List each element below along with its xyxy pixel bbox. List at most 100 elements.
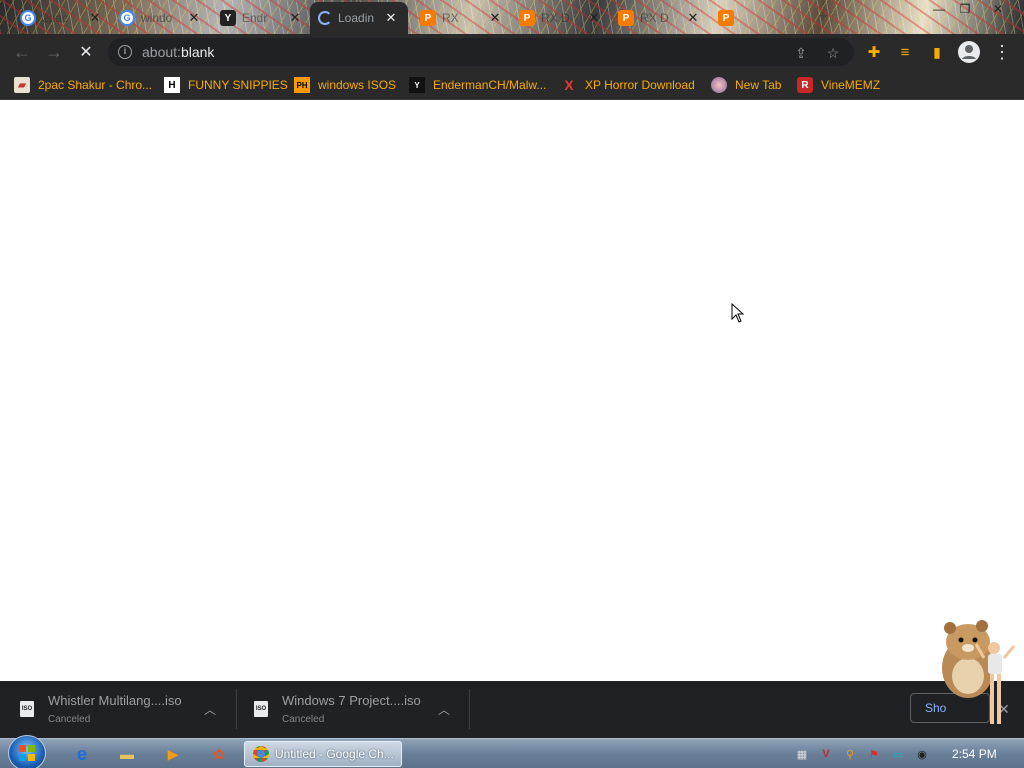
iso-file-icon: ISO: [20, 701, 34, 717]
tab-title: Endr: [242, 11, 268, 25]
bookmark-item[interactable]: R VineMEMZ: [797, 75, 880, 95]
tab-1[interactable]: G 2pac ✕: [12, 4, 110, 32]
stop-loading-button[interactable]: ✕: [74, 40, 98, 64]
tab-title: 2pac: [42, 11, 69, 25]
download-status: Canceled: [48, 714, 91, 725]
download-status: Canceled: [282, 714, 325, 725]
browser-toolbar: ← → ✕ i about:blank ⇪ ☆ ✚ ≡ ▮ ⋮: [0, 34, 1024, 70]
info-icon[interactable]: i: [118, 45, 132, 59]
profile-avatar[interactable]: [957, 40, 981, 64]
yt-icon: Y: [409, 77, 425, 93]
taskbar-chrome-window[interactable]: Untitled - Google Ch...: [244, 741, 402, 767]
p-icon: P: [519, 10, 535, 26]
address-bar[interactable]: i about:blank ⇪ ☆: [108, 38, 854, 66]
bookmark-item[interactable]: New Tab: [711, 75, 781, 95]
explorer-folder-icon[interactable]: ▬: [113, 742, 141, 766]
internet-explorer-icon[interactable]: e: [68, 742, 96, 766]
bookmark-label: windows ISOS: [318, 78, 397, 92]
chevron-up-icon[interactable]: ︿: [438, 701, 450, 718]
download-shelf: ISO Whistler Multilang....iso Canceled ︿…: [0, 681, 1024, 738]
minimize-button[interactable]: —: [926, 0, 952, 18]
bookmarks-bar: ▰ 2pac Shakur - Chro... H FUNNY SNIPPIES…: [0, 70, 1024, 100]
globe-icon: [711, 77, 727, 93]
tab-3[interactable]: Y Endr ✕: [212, 4, 310, 32]
tab-title: windo: [141, 11, 173, 25]
download-item[interactable]: ISO Windows 7 Project....iso Canceled ︿: [234, 681, 470, 738]
app-icon[interactable]: ✿: [205, 742, 233, 766]
tab-6[interactable]: P RX D ✕: [511, 4, 609, 32]
back-button[interactable]: ←: [10, 40, 34, 64]
avatar-icon: [958, 41, 980, 63]
menu-kebab-icon[interactable]: ⋮: [990, 40, 1014, 64]
mouse-cursor-icon: [731, 303, 745, 323]
url-scheme: about:: [142, 44, 181, 60]
p-icon: P: [420, 10, 436, 26]
h-icon: H: [164, 77, 180, 93]
media-icon[interactable]: ≡: [893, 40, 917, 64]
bookmark-label: XP Horror Download: [585, 78, 695, 92]
tab-title: RX D: [541, 11, 570, 25]
bookmark-label: 2pac Shakur - Chro...: [38, 78, 153, 92]
close-icon[interactable]: ✕: [88, 10, 102, 26]
bag-icon: ▰: [14, 77, 30, 93]
search-tray-icon[interactable]: ⚲: [843, 747, 857, 761]
download-item[interactable]: ISO Whistler Multilang....iso Canceled ︿: [0, 681, 236, 738]
star-icon[interactable]: ☆: [824, 44, 842, 62]
spinner-icon: [318, 11, 332, 25]
forward-button[interactable]: →: [42, 40, 66, 64]
v-tray-icon[interactable]: V: [819, 747, 833, 761]
bookmark-item[interactable]: ▰ 2pac Shakur - Chro...: [14, 75, 152, 95]
tray-app-icon[interactable]: ▦: [795, 747, 809, 761]
google-icon: G: [119, 10, 135, 26]
hamster-desktop-pet-image[interactable]: [934, 614, 1020, 738]
address-text: about:blank: [142, 44, 214, 60]
maximize-button[interactable]: ❐: [952, 0, 978, 18]
ph-icon: PH: [294, 77, 310, 93]
extensions-icon[interactable]: ✚: [862, 40, 886, 64]
close-icon[interactable]: ✕: [384, 10, 398, 26]
flag-icon[interactable]: ⚑: [867, 747, 881, 761]
windows-logo-icon: [19, 745, 35, 761]
tab-5[interactable]: P RX ✕: [412, 4, 510, 32]
taskbar: e ▬ ▶ ✿ Untitled - Google Ch... ▦ V ⚲ ⚑ …: [0, 735, 1024, 768]
bookmark-item[interactable]: H FUNNY SNIPPIES: [164, 75, 288, 95]
start-button[interactable]: [8, 735, 46, 768]
chevron-up-icon[interactable]: ︿: [204, 701, 216, 718]
tab-4-active[interactable]: Loadin ✕: [310, 2, 408, 34]
bookmark-item[interactable]: Y EndermanCH/Malw...: [409, 75, 546, 95]
p-icon: P: [718, 10, 734, 26]
download-filename: Whistler Multilang....iso: [48, 693, 182, 708]
page-content[interactable]: [0, 101, 1024, 681]
close-icon[interactable]: ✕: [187, 10, 201, 26]
url-host: blank: [180, 44, 215, 60]
x-icon: X: [564, 77, 574, 93]
bookmark-label: EndermanCH/Malw...: [433, 78, 547, 92]
chrome-icon: [253, 746, 269, 762]
close-icon[interactable]: ✕: [288, 10, 302, 26]
close-icon[interactable]: ✕: [587, 10, 601, 26]
r-icon: R: [797, 77, 813, 93]
tab-title: RX D: [640, 11, 669, 25]
network-icon[interactable]: ▭: [891, 747, 905, 761]
bookmark-item[interactable]: PH windows ISOS: [294, 75, 396, 95]
media-player-icon[interactable]: ▶: [159, 742, 187, 766]
bookmark-item[interactable]: X XP Horror Download: [561, 75, 695, 95]
close-icon[interactable]: ✕: [488, 10, 502, 26]
window-close-button[interactable]: ✕: [985, 0, 1011, 18]
divider: [469, 689, 470, 729]
new-tab-button[interactable]: +: [818, 6, 829, 27]
tab-2[interactable]: G windo ✕: [111, 4, 209, 32]
close-icon[interactable]: ✕: [686, 10, 700, 26]
tab-title: Loadin: [338, 11, 375, 25]
side-panel-icon[interactable]: ▮: [925, 40, 949, 64]
chrome-task-label: Untitled - Google Ch...: [275, 747, 394, 761]
tab-8[interactable]: P: [710, 4, 742, 32]
bookmark-label: FUNNY SNIPPIES: [188, 78, 288, 92]
tab-7[interactable]: P RX D ✕: [610, 4, 708, 32]
yt-icon: Y: [220, 10, 236, 26]
volume-icon[interactable]: ◉: [915, 747, 929, 761]
clock[interactable]: 2:54 PM: [952, 747, 997, 761]
google-icon: G: [20, 10, 36, 26]
share-icon[interactable]: ⇪: [792, 44, 810, 62]
p-icon: P: [618, 10, 634, 26]
